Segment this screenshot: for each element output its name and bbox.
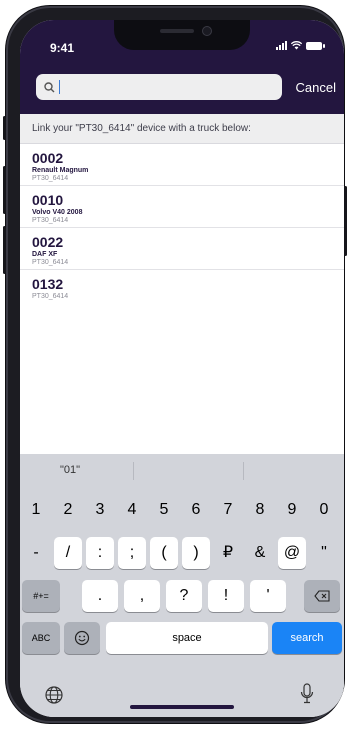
- key-hyphen[interactable]: -: [22, 537, 50, 569]
- space-key[interactable]: space: [106, 622, 268, 654]
- globe-icon[interactable]: [44, 685, 64, 705]
- battery-icon: [306, 41, 325, 50]
- key-question[interactable]: ?: [166, 580, 202, 612]
- phone-frame: 9:4 1 Cancel Link your "PT30_6414" device…: [3, 6, 347, 723]
- volume-down-button: [3, 226, 6, 274]
- key-6[interactable]: 6: [182, 494, 210, 526]
- search-key[interactable]: search: [272, 622, 342, 654]
- search-icon: [44, 81, 55, 92]
- truck-row-0002[interactable]: 0002 Renault Magnum PT30_6414: [20, 144, 344, 186]
- suggestion-item[interactable]: "01": [60, 464, 80, 476]
- truck-row-0132[interactable]: 0132 PT30_6414: [20, 270, 344, 312]
- list-header: Link your "PT30_6414" device with a truc…: [20, 114, 344, 144]
- key-ampersand[interactable]: &: [246, 537, 274, 569]
- key-7[interactable]: 7: [214, 494, 242, 526]
- key-comma[interactable]: ,: [124, 580, 160, 612]
- device-id: PT30_6414: [32, 217, 69, 224]
- key-exclamation[interactable]: !: [208, 580, 244, 612]
- delete-key[interactable]: [304, 580, 340, 612]
- search-bar: Cancel: [20, 64, 344, 114]
- search-field[interactable]: [36, 74, 282, 100]
- signal-icon: [276, 41, 287, 50]
- mute-switch: [3, 116, 6, 140]
- list-header-text: Link your "PT30_6414" device with a truc…: [32, 123, 251, 134]
- truck-name: DAF XF: [32, 251, 58, 258]
- suggestion-divider: [133, 462, 134, 480]
- power-button: [344, 186, 347, 256]
- key-abc[interactable]: ABC: [22, 622, 60, 654]
- key-8[interactable]: 8: [246, 494, 274, 526]
- key-4[interactable]: 4: [118, 494, 146, 526]
- keyboard-bottom-bar: [20, 681, 344, 717]
- front-camera: [202, 26, 212, 36]
- keyboard: "01" 1 2 3 4 5 6 7 8 9 0 - / : ; () ₽ &…: [20, 454, 344, 717]
- status-time: 9:41: [50, 41, 75, 55]
- key-apostrophe[interactable]: ': [250, 580, 286, 612]
- truck-code: 0010: [32, 192, 64, 208]
- backspace-icon: [314, 590, 330, 602]
- key-0[interactable]: 0: [310, 494, 338, 526]
- key-close-paren[interactable]: ): [182, 537, 210, 569]
- device-id: PT30_6414: [32, 175, 69, 182]
- truck-row-0022[interactable]: 0022 DAF XF PT30_6414: [20, 228, 344, 270]
- search-input[interactable]: [62, 80, 222, 94]
- key-more-symbols[interactable]: #+=: [22, 580, 60, 612]
- key-quote[interactable]: ": [310, 537, 338, 569]
- volume-up-button: [3, 166, 6, 214]
- microphone-icon[interactable]: [300, 683, 314, 705]
- key-2[interactable]: 2: [54, 494, 82, 526]
- status-bar: 9:41: [20, 20, 344, 64]
- screen: 9:4 1 Cancel Link your "PT30_6414" device…: [20, 20, 344, 717]
- emoji-icon: [74, 630, 90, 646]
- key-colon[interactable]: :: [86, 537, 114, 569]
- suggestion-bar: "01": [20, 454, 344, 486]
- suggestion-divider: [243, 462, 244, 480]
- truck-code: 0002: [32, 150, 64, 166]
- home-indicator: [130, 705, 234, 709]
- key-9[interactable]: 9: [278, 494, 306, 526]
- truck-list: 0002 Renault Magnum PT30_6414 0010 Volvo…: [20, 144, 344, 312]
- speaker: [160, 29, 194, 33]
- status-icons: [276, 41, 325, 50]
- key-period[interactable]: .: [82, 580, 118, 612]
- truck-code: 0022: [32, 234, 64, 250]
- key-ruble[interactable]: ₽: [214, 537, 242, 569]
- truck-row-0010[interactable]: 0010 Volvo V40 2008 PT30_6414: [20, 186, 344, 228]
- text-cursor: [59, 80, 60, 94]
- key-open-paren[interactable]: (: [150, 537, 178, 569]
- key-at[interactable]: @: [278, 537, 306, 569]
- truck-code: 0132: [32, 276, 64, 292]
- key-slash[interactable]: /: [54, 537, 82, 569]
- key-3[interactable]: 3: [86, 494, 114, 526]
- truck-name: Renault Magnum: [32, 167, 89, 174]
- key-5[interactable]: 5: [150, 494, 178, 526]
- key-1[interactable]: 1: [22, 494, 50, 526]
- notch: [114, 20, 250, 50]
- key-semicolon[interactable]: ;: [118, 537, 146, 569]
- truck-name: Volvo V40 2008: [32, 209, 83, 216]
- cancel-button[interactable]: Cancel: [296, 80, 336, 95]
- device-id: PT30_6414: [32, 259, 69, 266]
- wifi-icon: [291, 41, 302, 50]
- emoji-key[interactable]: [64, 622, 100, 654]
- device-id: PT30_6414: [32, 293, 69, 300]
